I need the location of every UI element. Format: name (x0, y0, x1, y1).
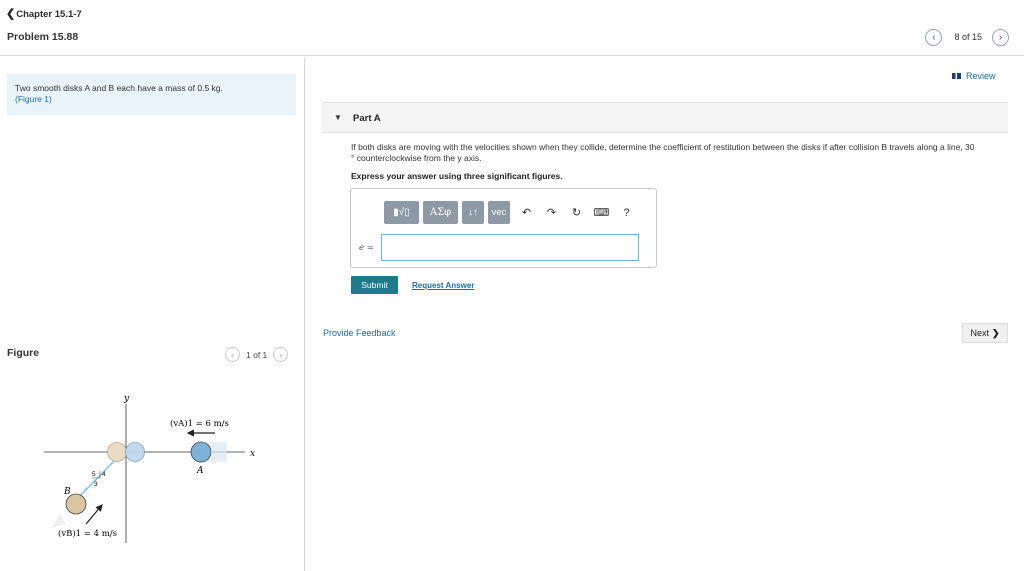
chevron-right-icon: ❯ (991, 327, 1000, 338)
chapter-label: Chapter 15.1-7 (16, 9, 82, 20)
pager-text: 8 of 15 (954, 32, 982, 42)
disk-b-contact (107, 442, 127, 462)
chapter-link[interactable]: ❮Chapter 15.1-7 (6, 7, 82, 20)
review-label: Review (966, 71, 996, 81)
problem-pager: ‹ 8 of 15 › (925, 28, 1009, 46)
slope-3-label: 3 (94, 481, 98, 488)
impact-line (75, 457, 118, 501)
next-problem-button[interactable]: › (992, 28, 1009, 46)
question-line-1: If both disks are moving with the veloci… (351, 142, 975, 152)
chevron-right-icon: › (998, 31, 1003, 43)
velocity-b-arrow (85, 504, 103, 525)
book-icon (952, 73, 961, 79)
answer-label: e = (359, 243, 374, 253)
part-title: Part A (353, 113, 381, 124)
templates-button[interactable]: ▮√▯ (384, 201, 419, 224)
disk-b (65, 493, 87, 515)
velocity-b-label: (vB)1 = 4 m/s (58, 528, 117, 539)
problem-statement: Two smooth disks A and B each have a mas… (7, 74, 296, 115)
slope-5-label: 5 (92, 471, 96, 478)
part-a-header[interactable]: ▼ Part A (322, 102, 1008, 133)
help-button[interactable]: ? (614, 201, 639, 224)
keyboard-icon[interactable]: ⌨ (589, 201, 614, 224)
chevron-left-icon: ‹ (932, 31, 936, 43)
top-bar: ❮Chapter 15.1-7 Problem 15.88 ‹ 8 of 15 … (0, 0, 1024, 56)
disk-b-label: B (63, 487, 71, 497)
submit-button[interactable]: Submit (351, 276, 398, 294)
next-button[interactable]: Next ❯ (962, 323, 1008, 343)
y-axis-label: y (123, 394, 130, 404)
undo-icon[interactable]: ↶ (514, 201, 539, 224)
x-axis-label: x (250, 449, 255, 459)
disk-a-motion-trail (211, 442, 227, 462)
velocity-a-label: (vA)1 = 6 m/s (170, 418, 229, 429)
problem-text: Two smooth disks A and B each have a mas… (15, 83, 223, 93)
answer-box: ▮√▯ ΑΣφ ↓↑ vec ↶ ↷ ↻ ⌨ ? e = (350, 188, 657, 268)
chevron-right-icon: › (279, 349, 283, 360)
slope-4-label: 4 (102, 471, 106, 478)
problem-title: Problem 15.88 (7, 31, 79, 43)
next-figure-button[interactable]: › (273, 347, 289, 362)
provide-feedback-link[interactable]: Provide Feedback (323, 328, 396, 338)
sort-arrows-button[interactable]: ↓↑ (462, 201, 484, 224)
chevron-left-icon: ❮ (6, 8, 16, 20)
question-text: If both disks are moving with the veloci… (351, 142, 1013, 164)
collision-figure: y x A (vA)1 = 6 m/s B (vB)1 = 4 m/s 5 4 … (44, 394, 255, 543)
next-label: Next (970, 328, 989, 338)
disk-a (190, 441, 212, 463)
prev-problem-button[interactable]: ‹ (925, 28, 943, 46)
redo-icon[interactable]: ↷ (539, 201, 564, 224)
greek-symbols-button[interactable]: ΑΣφ (423, 201, 458, 224)
figure-link[interactable]: (Figure 1) (15, 94, 288, 105)
request-answer-link[interactable]: Request Answer (412, 281, 474, 290)
collapse-caret-icon[interactable]: ▼ (334, 113, 342, 122)
answer-input[interactable] (381, 234, 639, 261)
disk-a-contact (125, 442, 145, 462)
disk-a-label: A (196, 466, 204, 476)
question-line-2: ° counterclockwise from the y axis. (351, 153, 482, 163)
disk-b-motion-trail (52, 514, 66, 528)
vector-button[interactable]: vec (488, 201, 510, 224)
figure-label: Figure (7, 347, 40, 359)
reset-icon[interactable]: ↻ (564, 201, 589, 224)
math-toolbar: ▮√▯ ΑΣφ ↓↑ vec ↶ ↷ ↻ ⌨ ? (384, 201, 639, 224)
review-link[interactable]: Review (952, 71, 996, 81)
answer-instruction: Express your answer using three signific… (351, 171, 563, 181)
